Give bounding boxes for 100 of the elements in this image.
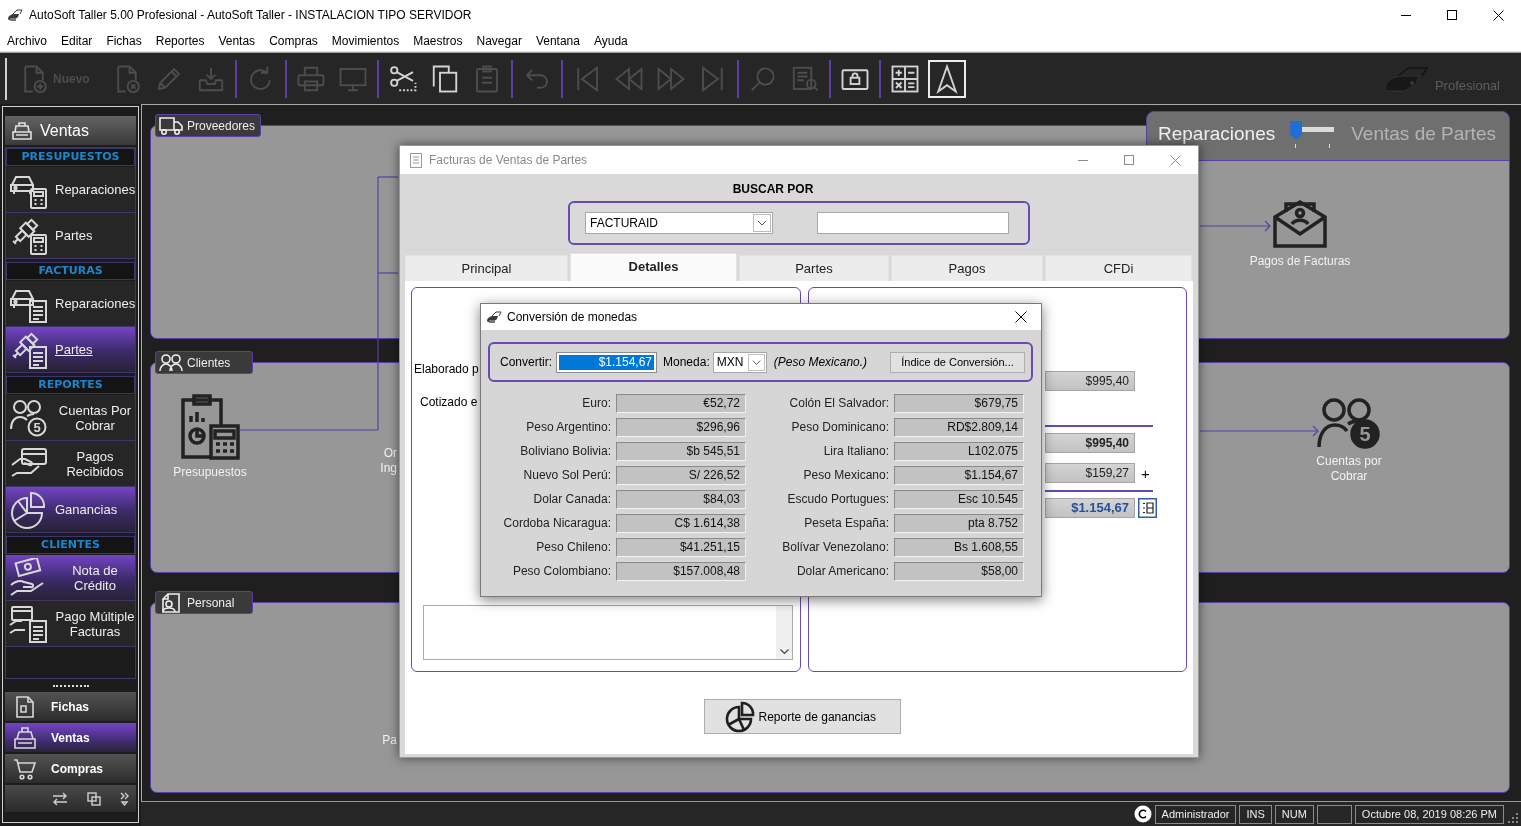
currency-label: Dolar Americano:: [795, 563, 889, 580]
tab[interactable]: Partes: [739, 255, 889, 281]
menu-item[interactable]: Fichas: [99, 30, 149, 51]
dialog-title: Conversión de monedas: [507, 310, 638, 324]
scissors-icon: [387, 63, 418, 94]
menu-item[interactable]: Editar: [54, 30, 100, 51]
cart-icon: [12, 756, 38, 781]
sidebar-title: Ventas: [40, 121, 89, 140]
field-label: Moneda:: [663, 355, 710, 369]
menu-item[interactable]: Ventana: [528, 30, 587, 51]
currency-value-field: C$ 1.614,38: [616, 514, 746, 533]
currency-label: Peso Dominicano:: [790, 419, 889, 436]
nav-button[interactable]: Ventas: [5, 723, 136, 752]
panel-tab[interactable]: Clientes: [155, 351, 253, 374]
switch-track[interactable]: [1290, 120, 1337, 148]
currency-value-field: $41.251,15: [616, 538, 746, 557]
person-document-icon: [159, 592, 183, 613]
tab[interactable]: CFDi: [1045, 255, 1192, 281]
currency-label: Peso Colombiano:: [511, 563, 611, 580]
menu-item[interactable]: Archivo: [0, 30, 54, 51]
dashboard-shortcut[interactable]: 5 Cuentas por Cobrar: [1306, 397, 1392, 484]
currency-value-field: L102.075: [894, 442, 1024, 461]
field-label: Cotizado e: [420, 395, 478, 410]
chevron-down-icon[interactable]: [779, 649, 789, 655]
notes-field[interactable]: [423, 605, 793, 660]
minimize-icon: [1401, 14, 1411, 16]
currency-select[interactable]: MXN: [712, 351, 767, 373]
nav-button[interactable]: Compras: [5, 754, 136, 783]
operator-label: +: [1140, 464, 1150, 482]
currency-value-field: $1.154,67: [894, 466, 1024, 485]
sidebar-item[interactable]: Partes: [6, 213, 135, 259]
sidebar-item[interactable]: Ganancias: [6, 487, 135, 533]
node-label: Ing: [380, 461, 397, 475]
panel-tab[interactable]: Personal: [155, 591, 253, 614]
resize-grip-icon[interactable]: [1507, 812, 1519, 824]
currency-value-field: Bs 1.608,55: [894, 538, 1024, 557]
panel-tab[interactable]: Proveedores: [155, 114, 262, 137]
report-button[interactable]: Reporte de ganancias: [703, 699, 901, 734]
menu-item[interactable]: Ayuda: [586, 30, 635, 51]
tab[interactable]: Pagos: [891, 255, 1043, 281]
sidebar-item[interactable]: Nota de Crédito: [6, 555, 135, 601]
maximize-icon: [1124, 155, 1134, 165]
sidebar-item[interactable]: Reparaciones: [6, 281, 135, 327]
cash-register-icon: [11, 121, 33, 140]
scrollbar[interactable]: [776, 606, 792, 659]
status-panel: [1316, 804, 1352, 824]
close-icon: [1015, 311, 1027, 323]
currency-label: Dolar Canada:: [532, 491, 611, 508]
grip-handle[interactable]: [52, 684, 89, 688]
currency-value-field: €52,72: [616, 394, 746, 413]
section-heading: PRESUPUESTOS: [6, 148, 135, 166]
swap-arrows-icon[interactable]: [52, 791, 68, 806]
field-label: Convertir:: [500, 355, 552, 369]
search-by-select[interactable]: FACTURAID: [585, 212, 773, 234]
window-title: AutoSoft Taller 5.00 Profesional - AutoSoft Taller - INSTALACION TIPO SERVIDOR: [29, 8, 472, 22]
envelope-money-icon: [1272, 199, 1328, 249]
menu-item[interactable]: Navegar: [469, 30, 529, 51]
currency-value-field: $b 545,51: [616, 442, 746, 461]
menu-item[interactable]: Ventas: [211, 30, 263, 51]
search-heading: BUSCAR POR: [731, 182, 815, 197]
amount-field: $1.154,67: [1045, 498, 1135, 518]
switch-thumb[interactable]: [1290, 120, 1303, 140]
edition-label: Profesional: [1434, 78, 1500, 93]
truck-icon: [159, 115, 183, 136]
chevrons-icon[interactable]: [120, 791, 129, 806]
document-icon: [410, 152, 422, 168]
currency-value-field: pta 8.752: [894, 514, 1024, 533]
currency-label: Peso Mexicano:: [802, 467, 889, 484]
close-icon: [1169, 154, 1181, 166]
maximize-icon: [1447, 10, 1457, 20]
sidebar-item[interactable]: Pago Múltiple Facturas: [6, 601, 135, 647]
section-heading: CLIENTES: [6, 536, 135, 554]
node-label: Pa: [382, 733, 397, 747]
sidebar-item[interactable]: Reparaciones: [6, 167, 135, 213]
list-icon: [1138, 498, 1157, 518]
sidebar-item[interactable]: 5 Cuentas Por Cobrar: [6, 395, 135, 441]
currency-value-field: $84,03: [616, 490, 746, 509]
tab[interactable]: Detalles: [570, 253, 737, 281]
currency-label: Bolívar Venezolano:: [781, 539, 889, 556]
currency-label: Peseta España:: [803, 515, 889, 532]
tab[interactable]: Principal: [405, 255, 568, 281]
menu-item[interactable]: Reportes: [148, 30, 212, 51]
minimize-icon: [1078, 159, 1088, 161]
status-cell: NUM: [1274, 804, 1314, 824]
menu-item[interactable]: Movimientos: [324, 30, 407, 51]
details-button[interactable]: [1138, 498, 1157, 518]
nav-button[interactable]: Fichas: [5, 692, 136, 721]
currency-value-field: $58,00: [894, 562, 1024, 581]
amount-input[interactable]: $1.154,67: [556, 351, 657, 373]
menu-item[interactable]: Maestros: [406, 30, 470, 51]
sidebar-item[interactable]: Partes: [6, 327, 135, 373]
search-field[interactable]: [817, 212, 1009, 234]
conversion-rates-button[interactable]: Índice de Conversión...: [890, 351, 1025, 373]
mode-option[interactable]: Reparaciones: [1158, 123, 1276, 145]
menu-item[interactable]: Compras: [262, 30, 325, 51]
currency-name: (Peso Mexicano.): [773, 355, 868, 369]
sidebar-item[interactable]: Pagos Recibidos: [6, 441, 135, 487]
navigation-button[interactable]: [927, 59, 966, 98]
overlap-squares-icon[interactable]: [87, 791, 101, 806]
currency-label: Euro:: [581, 395, 611, 412]
